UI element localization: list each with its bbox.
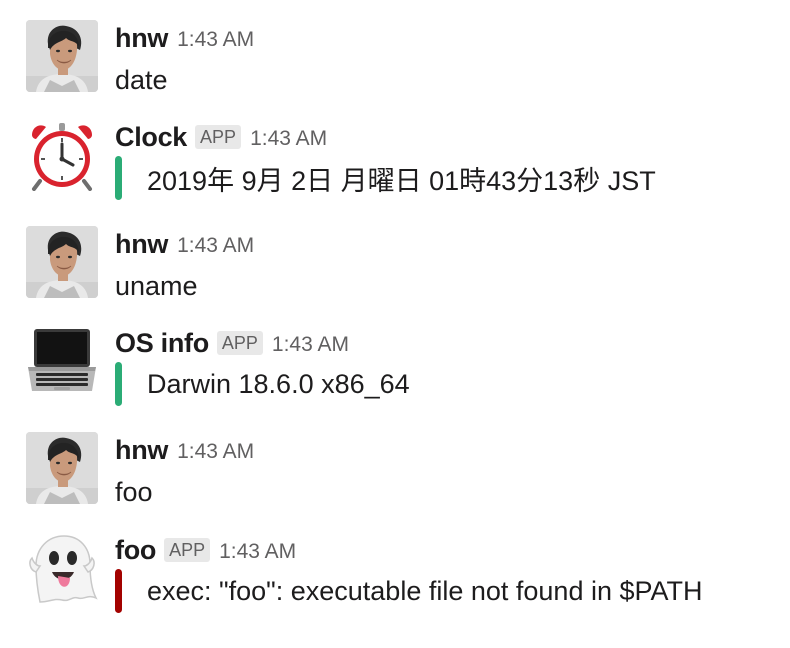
message-header: OS info APP 1:43 AM <box>115 325 349 361</box>
message-timestamp[interactable]: 1:43 AM <box>219 537 296 564</box>
attachment-text: 2019年 9月 2日 月曜日 01時43分13秒 JST <box>147 165 656 196</box>
message-timestamp[interactable]: 1:43 AM <box>177 231 254 258</box>
person-photo-icon <box>26 226 98 298</box>
user-avatar[interactable] <box>26 432 98 504</box>
attachment-text: Darwin 18.6.0 x86_64 <box>147 368 410 399</box>
app-badge: APP <box>164 538 211 562</box>
message-timestamp[interactable]: 1:43 AM <box>250 124 327 151</box>
message-timestamp[interactable]: 1:43 AM <box>177 25 254 52</box>
sender-name[interactable]: Clock <box>115 122 187 153</box>
app-avatar[interactable] <box>26 532 98 604</box>
user-avatar[interactable] <box>26 226 98 298</box>
app-avatar[interactable] <box>26 119 98 191</box>
message-header: hnw 1:43 AM <box>115 226 254 262</box>
message-timestamp[interactable]: 1:43 AM <box>177 437 254 464</box>
ghost-icon <box>26 532 98 604</box>
user-avatar[interactable] <box>26 20 98 92</box>
message-text: uname <box>115 271 198 301</box>
message-header: hnw 1:43 AM <box>115 432 254 468</box>
app-avatar[interactable] <box>26 325 98 397</box>
attachment-status-bar <box>115 156 122 200</box>
message-header: Clock APP 1:43 AM <box>115 119 327 155</box>
sender-name[interactable]: hnw <box>115 229 168 260</box>
message-header: hnw 1:43 AM <box>115 20 254 56</box>
sender-name[interactable]: foo <box>115 535 156 566</box>
person-photo-icon <box>26 20 98 92</box>
attachment-text: exec: "foo": executable file not found i… <box>147 575 703 606</box>
person-photo-icon <box>26 432 98 504</box>
app-badge: APP <box>216 331 263 355</box>
attachment: Darwin 18.6.0 x86_64 <box>115 361 410 407</box>
alarm-clock-icon <box>26 119 98 191</box>
message-header: foo APP 1:43 AM <box>115 532 296 568</box>
attachment-status-bar <box>115 569 122 613</box>
attachment: 2019年 9月 2日 月曜日 01時43分13秒 JST <box>115 155 656 201</box>
sender-name[interactable]: hnw <box>115 23 168 54</box>
sender-name[interactable]: hnw <box>115 435 168 466</box>
attachment: exec: "foo": executable file not found i… <box>115 568 703 614</box>
message-timestamp[interactable]: 1:43 AM <box>272 330 349 357</box>
message-text: foo <box>115 477 153 507</box>
message-text: date <box>115 65 168 95</box>
attachment-status-bar <box>115 362 122 406</box>
sender-name[interactable]: OS info <box>115 328 209 359</box>
laptop-icon <box>26 325 98 397</box>
app-badge: APP <box>195 125 242 149</box>
